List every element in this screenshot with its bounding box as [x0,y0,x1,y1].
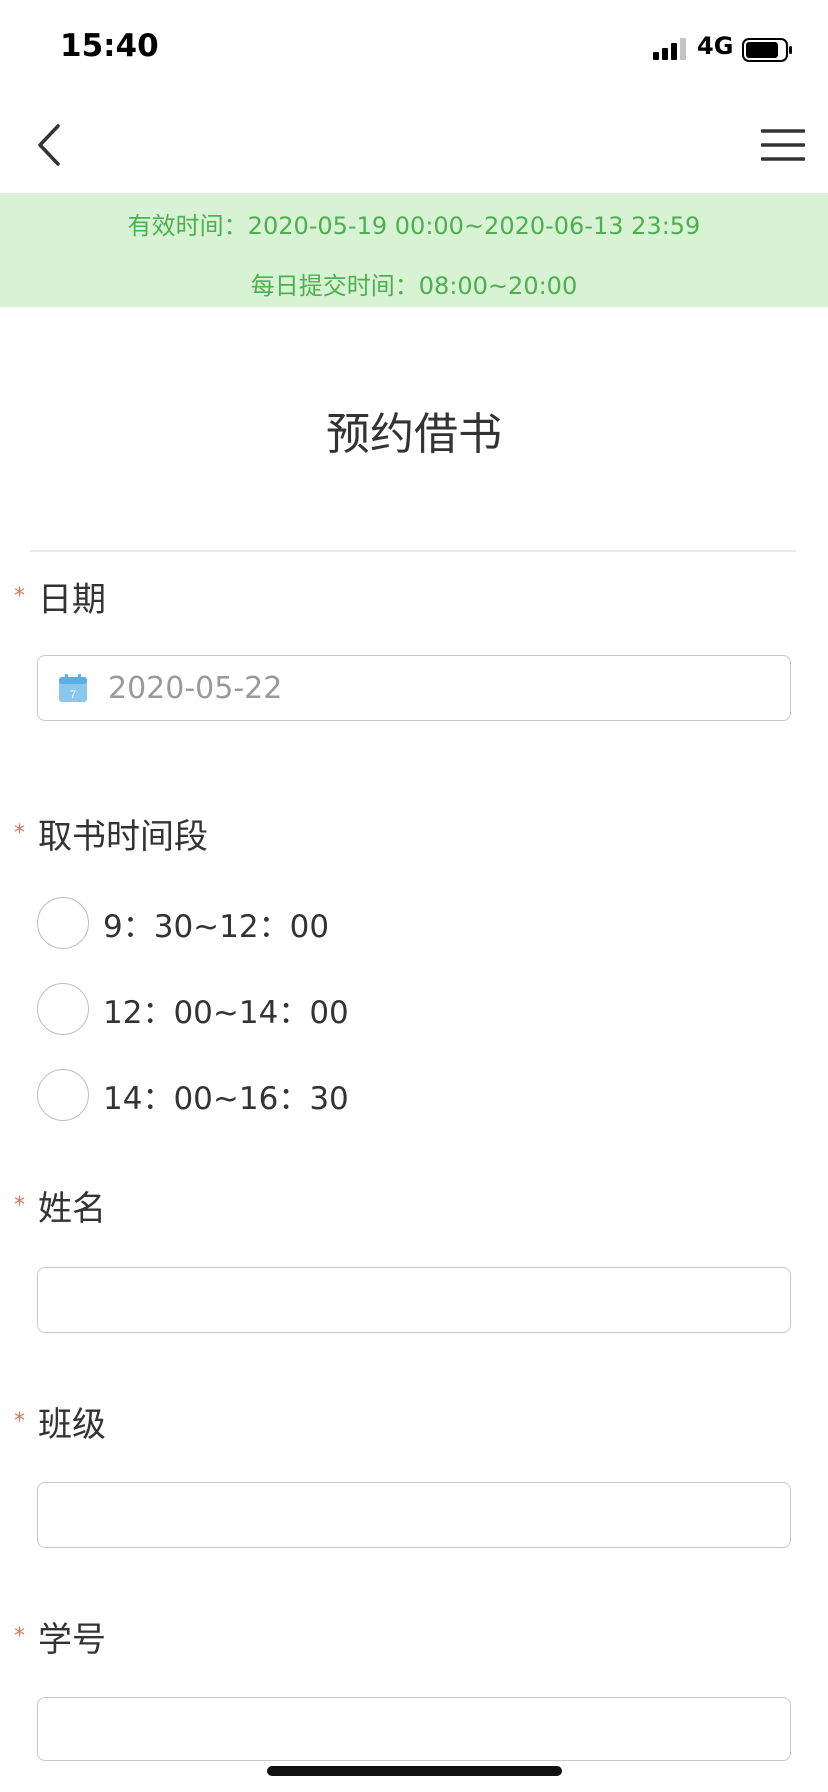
valid-time-text: 有效时间：2020-05-19 00:00~2020-06-13 23:59 [127,212,701,240]
class-label-text: 班级 [38,1405,106,1445]
chevron-left-icon [38,124,60,166]
radio-label: 9：30~12：00 [103,908,330,945]
name-label-text: 姓名 [38,1189,106,1229]
time-info-banner: 有效时间：2020-05-19 00:00~2020-06-13 23:59 每… [0,194,828,307]
time-slot-label-text: 取书时间段 [38,817,208,857]
daily-submit-time-text: 每日提交时间：08:00~20:00 [250,272,578,300]
home-indicator [267,1766,562,1776]
form-title: 预约借书 [326,409,502,460]
date-label-text: 日期 [38,580,106,620]
calendar-icon: 7 [59,674,87,702]
student-id-field-label: * 学号 [14,1612,106,1661]
radio-label: 12：00~14：00 [103,994,349,1031]
page: 15:40 4G 有效时间：2020-05-19 00:00~2020-06-1… [0,0,828,1792]
class-field-label: * 班级 [14,1397,106,1446]
required-star: * [14,821,25,846]
hamburger-menu-icon [761,129,805,161]
radio-label: 14：00~16：30 [103,1080,349,1117]
class-input[interactable] [37,1482,791,1548]
date-input[interactable]: 7 2020-05-22 [37,655,791,721]
svg-text:7: 7 [70,689,76,701]
radio-button[interactable] [37,983,89,1035]
radio-button[interactable] [37,897,89,949]
nav-bar [0,100,828,194]
student-id-label-text: 学号 [38,1620,106,1660]
title-divider [30,550,796,552]
date-field-label: * 日期 [14,572,106,621]
back-button[interactable] [24,118,74,172]
required-star: * [14,584,25,609]
signal-icon [653,38,686,60]
required-star: * [14,1624,25,1649]
time-slot-option-2[interactable]: 12：00~14：00 [37,981,349,1037]
required-star: * [14,1193,25,1218]
menu-button[interactable] [758,120,808,170]
network-type: 4G [697,32,734,60]
radio-button[interactable] [37,1069,89,1121]
battery-icon [742,38,792,62]
name-input[interactable] [37,1267,791,1333]
time-slot-option-1[interactable]: 9：30~12：00 [37,895,329,951]
time-slot-field-label: * 取书时间段 [14,809,208,858]
time-slot-option-3[interactable]: 14：00~16：30 [37,1067,349,1123]
required-star: * [14,1409,25,1434]
student-id-input[interactable] [37,1697,791,1761]
name-field-label: * 姓名 [14,1181,106,1230]
status-time: 15:40 [60,28,159,64]
status-bar: 15:40 4G [0,0,828,100]
date-value: 2020-05-22 [108,670,283,706]
